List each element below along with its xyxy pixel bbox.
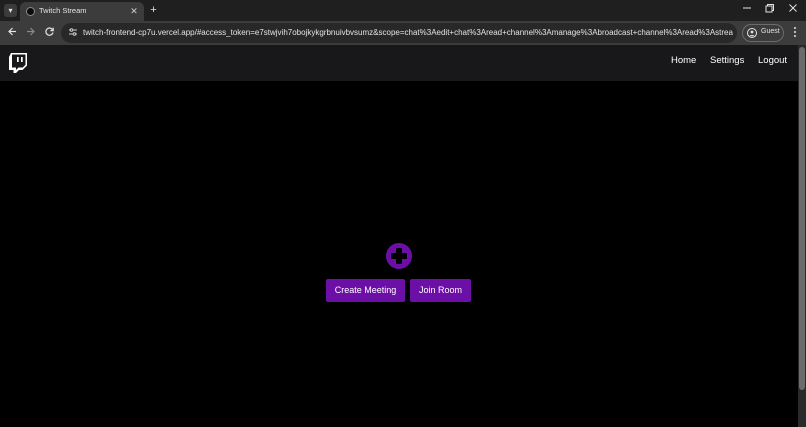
browser-toolbar: twitch-frontend-cp7u.vercel.app/#access_… [0, 21, 806, 45]
address-bar[interactable]: twitch-frontend-cp7u.vercel.app/#access_… [61, 23, 737, 43]
tab-favicon-icon [26, 7, 35, 16]
browser-window: ▾ Twitch Stream ✕ + twitch-frontend-cp7u… [0, 0, 806, 427]
tab-title: Twitch Stream [39, 6, 87, 15]
profile-label: Guest [761, 28, 780, 35]
tab-twitch-stream[interactable]: Twitch Stream ✕ [20, 2, 144, 21]
page-viewport: Home Settings Logout Create Meeting Join… [0, 45, 798, 427]
page-scrollbar[interactable] [798, 45, 806, 427]
site-info-icon[interactable] [67, 27, 79, 39]
reload-icon[interactable] [42, 26, 56, 40]
menu-icon[interactable] [789, 26, 801, 40]
plus-circle-icon[interactable] [386, 243, 412, 269]
close-icon[interactable] [784, 3, 802, 17]
minimize-icon[interactable] [738, 3, 756, 17]
twitch-logo-icon[interactable] [9, 53, 27, 73]
nav-home-link[interactable]: Home [671, 55, 696, 66]
back-icon[interactable] [5, 26, 19, 40]
forward-icon[interactable] [23, 26, 37, 40]
nav-settings-link[interactable]: Settings [710, 55, 744, 66]
join-room-button[interactable]: Join Room [410, 279, 471, 302]
maximize-icon[interactable] [761, 3, 779, 17]
tab-list-icon[interactable]: ▾ [4, 4, 17, 17]
create-meeting-button[interactable]: Create Meeting [326, 279, 405, 302]
tab-close-icon[interactable]: ✕ [128, 5, 140, 17]
profile-icon [747, 28, 757, 38]
scrollbar-thumb[interactable] [799, 47, 805, 390]
url-text[interactable]: twitch-frontend-cp7u.vercel.app/#access_… [83, 28, 733, 37]
new-tab-button[interactable]: + [147, 4, 160, 17]
tab-strip: ▾ Twitch Stream ✕ + [0, 0, 806, 21]
nav-logout-link[interactable]: Logout [758, 55, 787, 66]
profile-button[interactable]: Guest [742, 24, 784, 42]
app-navbar: Home Settings Logout [0, 45, 798, 81]
